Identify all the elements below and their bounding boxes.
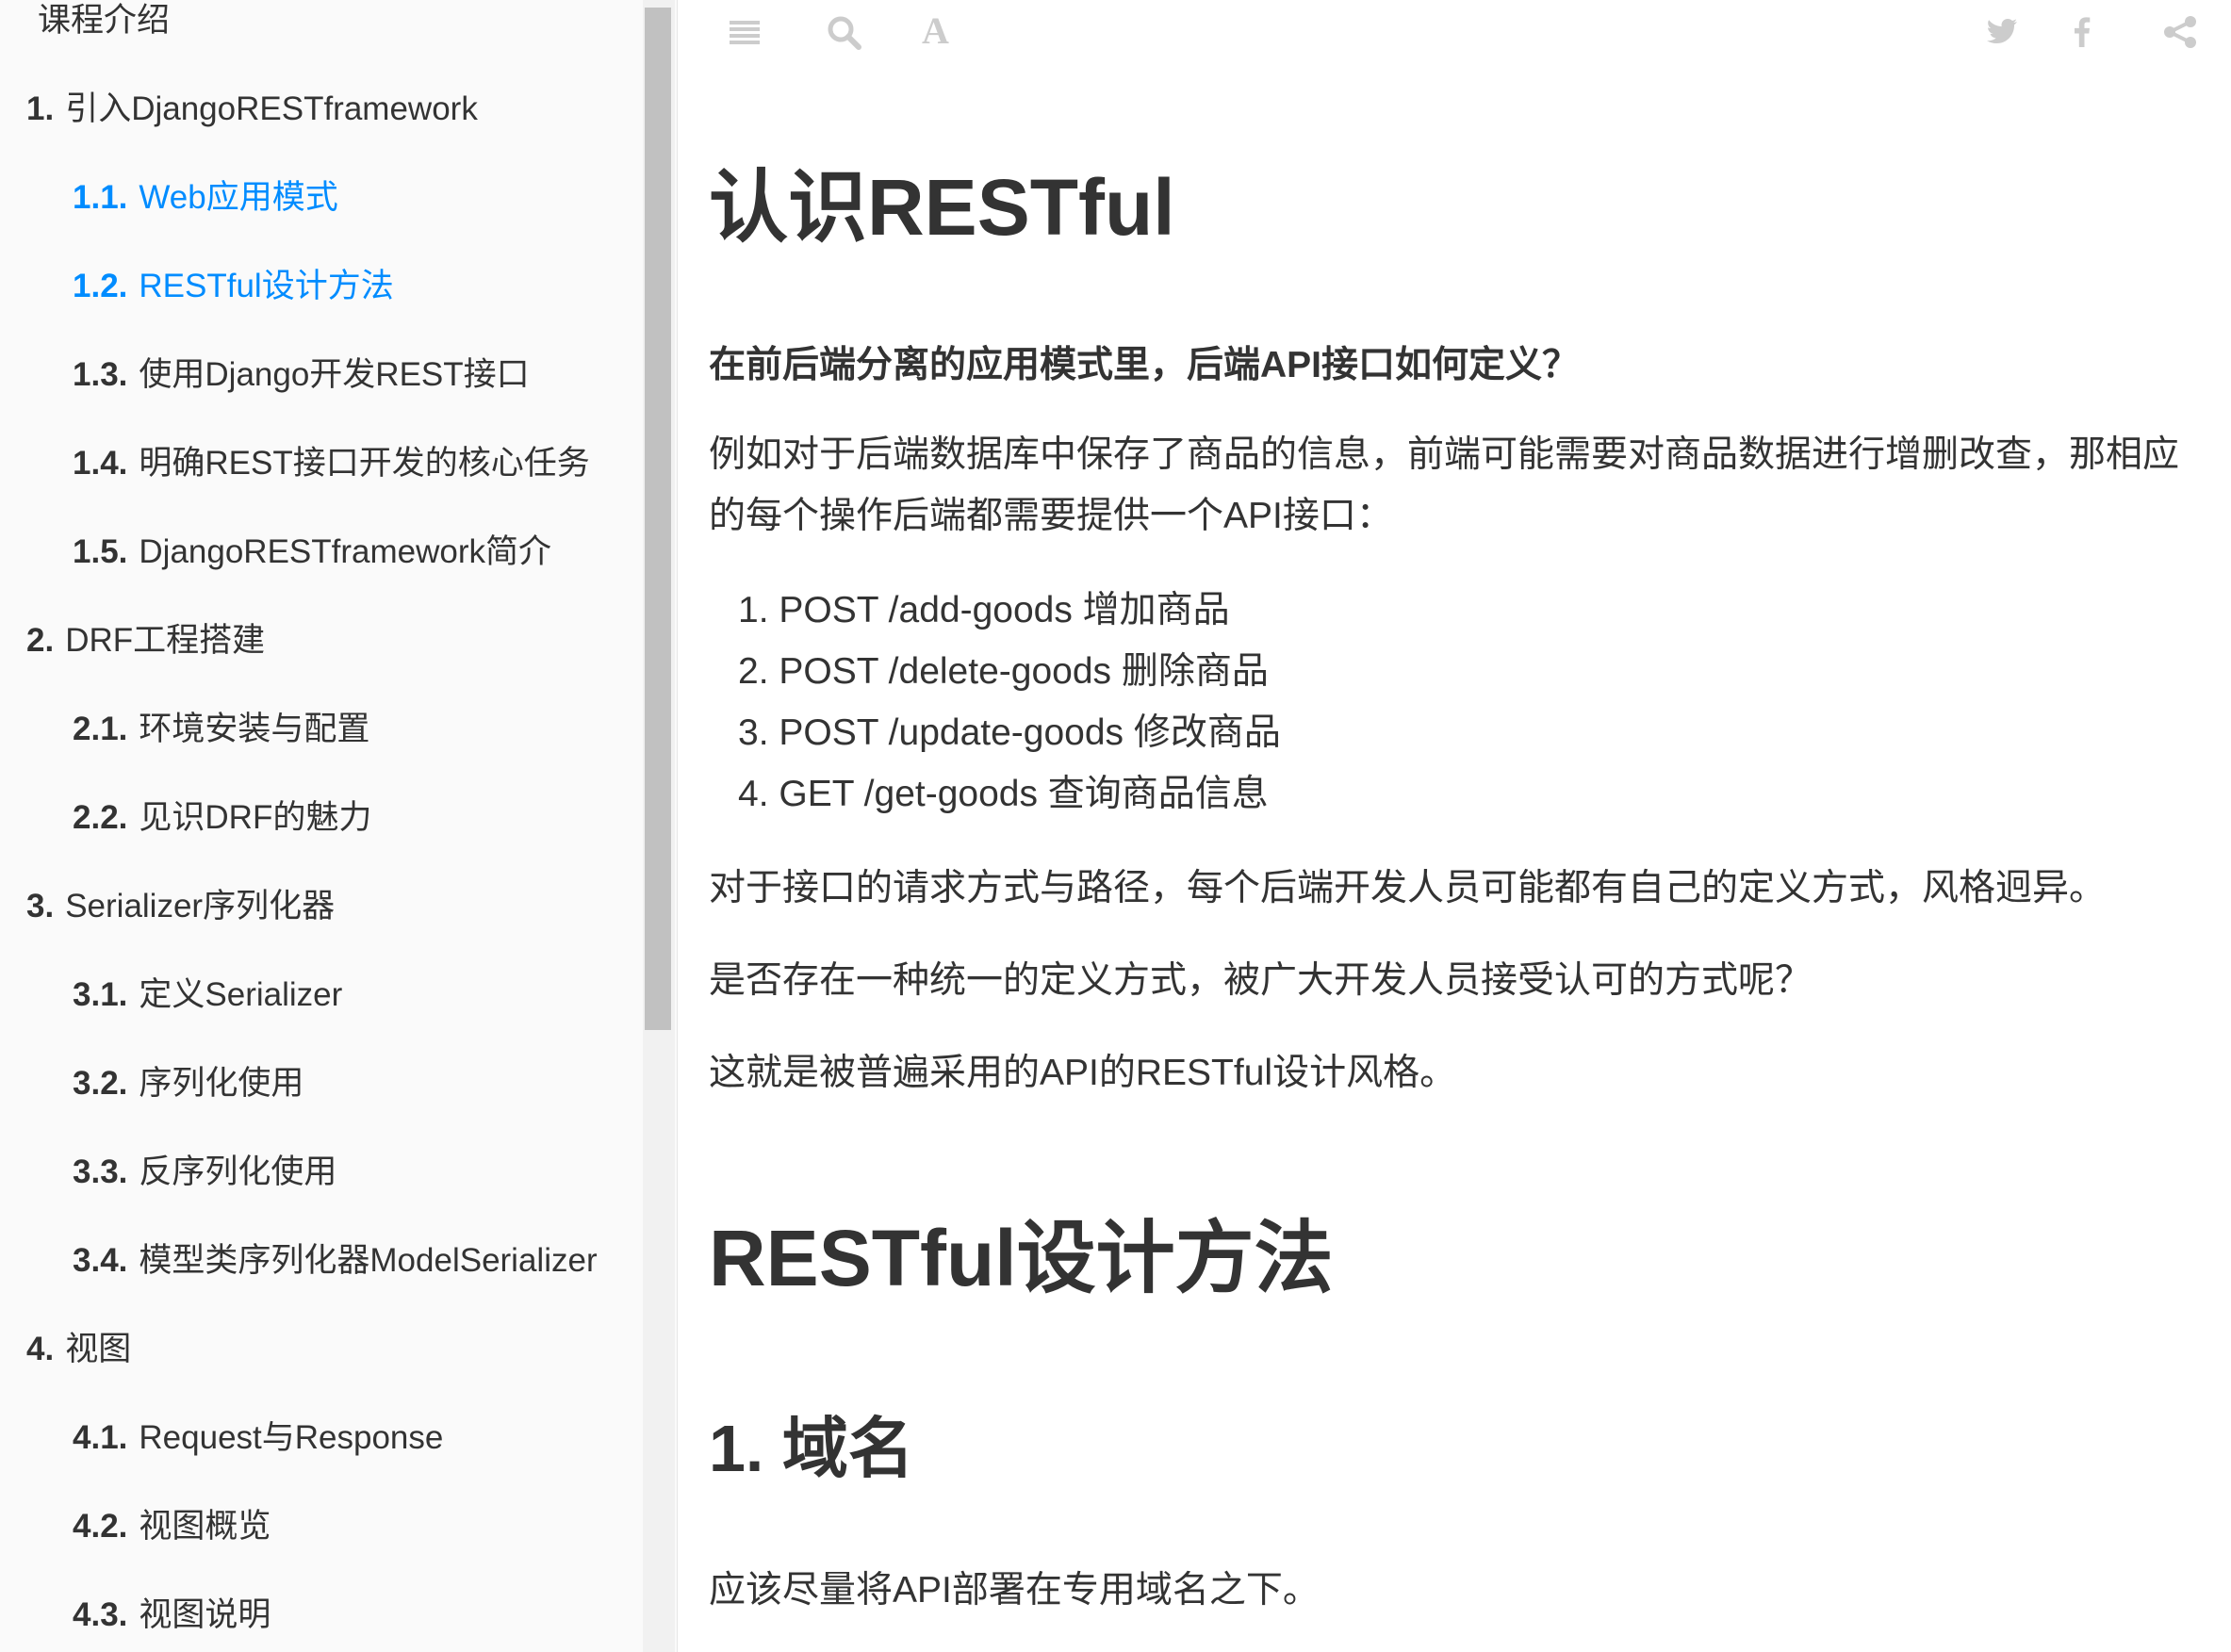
paragraph: 对于接口的请求方式与路径，每个后端开发人员可能都有自己的定义方式，风格迥异。 (709, 868, 2107, 908)
sidebar-item-request-response[interactable]: 4.1. Request与Response (73, 1417, 443, 1459)
sidebar-item-web-app-mode[interactable]: 1.1. Web应用模式 (73, 177, 338, 219)
list-item: 4. GET /get-goods 查询商品信息 (738, 774, 1269, 814)
toc-number: 3.3. (73, 1153, 128, 1190)
toc-label: Request与Response (139, 1419, 444, 1456)
twitter-icon[interactable] (1983, 13, 2021, 51)
toc-number: 3.1. (73, 976, 128, 1013)
toc-label: 反序列化使用 (139, 1153, 337, 1190)
toc-label: 视图概览 (139, 1508, 271, 1545)
search-icon[interactable] (825, 13, 862, 51)
page-title: 认识RESTful (709, 163, 1175, 252)
toc-number: 3. (26, 888, 55, 924)
sidebar-item-django-rest[interactable]: 1.3. 使用Django开发REST接口 (73, 354, 530, 396)
sidebar-item-view-desc[interactable]: 4.3. 视图说明 (73, 1595, 271, 1636)
scrollbar-thumb[interactable] (645, 8, 671, 1030)
sidebar-item-course-intro[interactable]: 课程介绍 (26, 0, 170, 41)
sidebar-item-deserialize-use[interactable]: 3.3. 反序列化使用 (73, 1152, 336, 1193)
sidebar-item-drf-intro[interactable]: 1.5. DjangoRESTframework简介 (73, 532, 551, 573)
share-icon[interactable] (2161, 13, 2199, 51)
toc-number: 4. (26, 1331, 55, 1367)
toc-number: 1.1. (73, 179, 128, 216)
question-heading: 在前后端分离的应用模式里，后端API接口如何定义？ (709, 345, 1580, 385)
toc-number: 2. (26, 622, 55, 659)
sidebar-item-serialize-use[interactable]: 3.2. 序列化使用 (73, 1063, 303, 1104)
toc-label: RESTful设计方法 (139, 268, 394, 304)
sidebar-item-env-install[interactable]: 2.1. 环境安装与配置 (73, 709, 369, 750)
toc-number: 1.5. (73, 533, 128, 570)
toc-number: 4.2. (73, 1508, 128, 1545)
toc-label: Serializer序列化器 (65, 888, 336, 924)
sidebar-item-drf-setup[interactable]: 2. DRF工程搭建 (26, 620, 265, 662)
toc-label: 序列化使用 (139, 1065, 304, 1102)
intro-paragraph: 例如对于后端数据库中保存了商品的信息，前端可能需要对商品数据进行增删改查，那相应… (709, 434, 2180, 536)
sidebar-scrollbar[interactable] (643, 0, 675, 1652)
sidebar: 课程介绍 1. 引入DjangoRESTframework 1.1. Web应用模式… (0, 0, 678, 1652)
sidebar-item-drf-charm[interactable]: 2.2. 见识DRF的魅力 (73, 797, 371, 839)
toc-number: 4.3. (73, 1596, 128, 1633)
sidebar-item-core-task[interactable]: 1.4. 明确REST接口开发的核心任务 (73, 443, 590, 484)
toc-number: 3.2. (73, 1065, 128, 1102)
list-item: 3. POST /update-goods 修改商品 (738, 712, 1281, 753)
sidebar-item-intro-drf[interactable]: 1. 引入DjangoRESTframework (26, 89, 478, 130)
toc-number: 4.1. (73, 1419, 128, 1456)
toc-number: 1.3. (73, 356, 128, 393)
toc-label: Web应用模式 (139, 179, 338, 216)
toc-label: 定义Serializer (139, 976, 343, 1013)
sidebar-item-model-serializer[interactable]: 3.4. 模型类序列化器ModelSerializer (73, 1240, 598, 1282)
toc-label: 课程介绍 (38, 2, 171, 39)
toc-number: 3.4. (73, 1242, 128, 1279)
toc-label: 环境安装与配置 (139, 711, 370, 747)
section-title: RESTful设计方法 (709, 1214, 1334, 1302)
api-list: 1. POST /add-goods 增加商品 2. POST /delete-… (738, 580, 1281, 825)
menu-icon[interactable] (726, 13, 763, 51)
subsection-title: 1. 域名 (709, 1412, 914, 1485)
toc-number: 2.2. (73, 799, 128, 836)
toc-label: 明确REST接口开发的核心任务 (139, 445, 590, 482)
toc-label: 使用Django开发REST接口 (139, 356, 530, 393)
toc-number: 2.1. (73, 711, 128, 747)
toc-label: DRF工程搭建 (65, 622, 266, 659)
toc-number: 1.2. (73, 268, 128, 304)
toc-label: 视图 (65, 1331, 132, 1367)
sidebar-item-view-overview[interactable]: 4.2. 视图概览 (73, 1506, 271, 1547)
list-item: 1. POST /add-goods 增加商品 (738, 590, 1230, 630)
toc-label: 引入DjangoRESTframework (65, 90, 478, 127)
toc-label: 模型类序列化器ModelSerializer (139, 1242, 598, 1279)
sidebar-item-define-serializer[interactable]: 3.1. 定义Serializer (73, 974, 342, 1016)
paragraph: 是否存在一种统一的定义方式，被广大开发人员接受认可的方式呢？ (709, 960, 1813, 1001)
toc-number: 1. (26, 90, 55, 127)
toc-label: 见识DRF的魅力 (139, 799, 372, 836)
toc-number: 1.4. (73, 445, 128, 482)
toc-label: DjangoRESTframework简介 (139, 533, 552, 570)
sidebar-item-views[interactable]: 4. 视图 (26, 1329, 131, 1370)
list-item: 2. POST /delete-goods 删除商品 (738, 651, 1269, 692)
sidebar-item-restful-design[interactable]: 1.2. RESTful设计方法 (73, 266, 394, 307)
sidebar-item-serializer[interactable]: 3. Serializer序列化器 (26, 886, 335, 927)
paragraph: 这就是被普遍采用的API的RESTful设计风格。 (709, 1053, 1457, 1093)
paragraph: 应该尽量将API部署在专用域名之下。 (709, 1570, 1320, 1611)
facebook-icon[interactable] (2063, 13, 2101, 51)
toc-label: 视图说明 (139, 1596, 271, 1633)
font-settings-icon[interactable]: A (922, 8, 949, 55)
